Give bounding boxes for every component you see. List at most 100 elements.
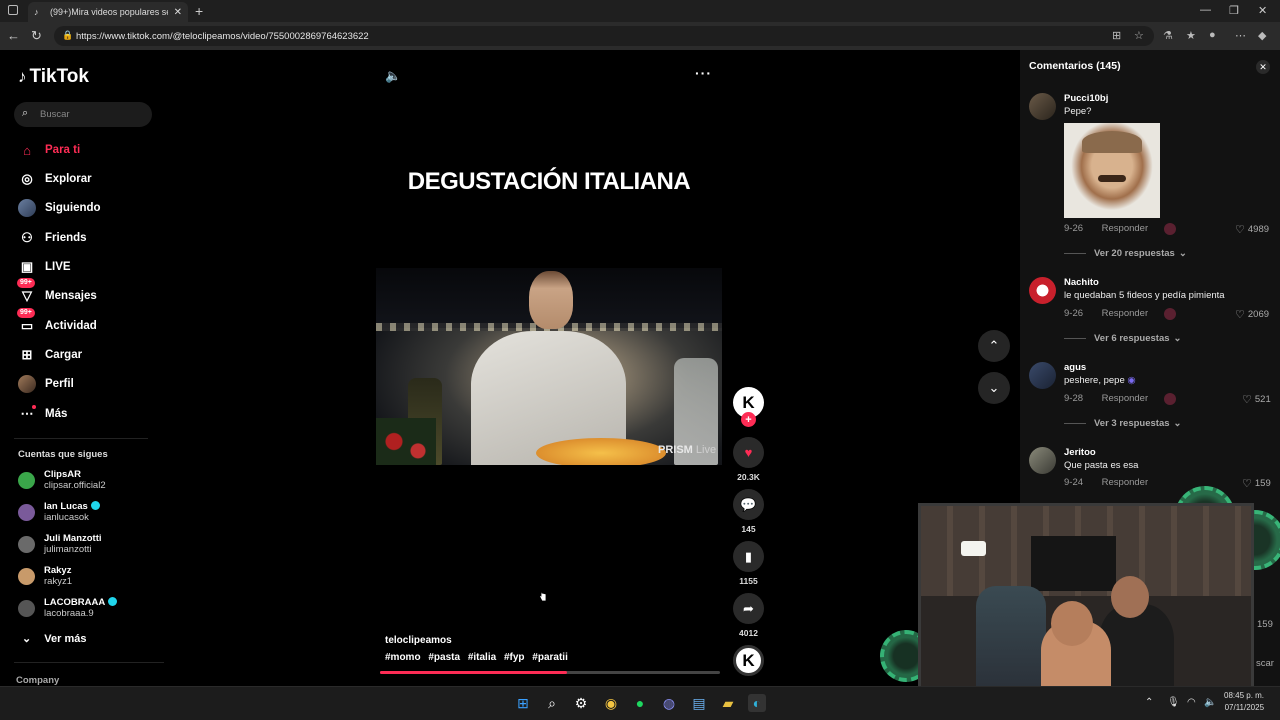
view-replies-button[interactable]: Ver 3 respuestas ⌄ (1064, 418, 1182, 429)
notepad-icon[interactable]: ▤ (690, 694, 708, 712)
chevron-down-icon: ⌄ (1173, 418, 1182, 429)
following-account-ian-lucas[interactable]: Ian Lucas ianlucasok (18, 501, 100, 523)
account-avatar (18, 471, 35, 489)
video-hashtags: #momo #pasta #italia #fyp #paratii (385, 652, 573, 663)
settings-more-icon[interactable]: ⋯ (1235, 29, 1246, 42)
home-icon: ⌂ (23, 142, 31, 158)
sidebar-item-perfil[interactable]: Perfil (18, 375, 74, 393)
close-comments-icon[interactable]: ✕ (1256, 60, 1270, 74)
follow-plus-icon[interactable]: + (741, 412, 756, 427)
like-button[interactable]: ♥ 20.3K (733, 437, 764, 482)
sidebar-item-siguiendo[interactable]: Siguiendo (18, 199, 101, 217)
new-tab-icon[interactable]: + (195, 3, 203, 19)
minimize-icon[interactable]: — (1200, 4, 1211, 16)
sidebar-item-cargar[interactable]: ⊞ Cargar (18, 346, 83, 364)
close-tab-icon[interactable]: ✕ (174, 7, 182, 18)
comment-like[interactable]: ♡ 4989 (1235, 223, 1269, 236)
sidebar-item-mas[interactable]: ⋯ Más (18, 405, 67, 423)
hashtag-link[interactable]: #fyp (504, 652, 525, 663)
copilot-icon[interactable]: ◆ (1258, 29, 1266, 42)
commenter-avatar[interactable] (1029, 362, 1056, 389)
spotify-icon[interactable]: ● (631, 694, 649, 712)
commenter-avatar[interactable] (1029, 277, 1056, 304)
hashtag-link[interactable]: #momo (385, 652, 421, 663)
tray-chevron-up-icon[interactable]: ⌃ (1145, 697, 1153, 708)
chevron-down-icon: ⌄ (22, 633, 32, 645)
more-dots-icon: ⋯ (18, 405, 36, 423)
sidebar-item-actividad[interactable]: ▭ 99+ Actividad (17, 308, 97, 335)
reply-button[interactable]: Responder (1102, 223, 1148, 234)
microphone-icon[interactable]: 🎙 (1167, 697, 1180, 708)
bookmark-icon: ▮ (733, 541, 764, 572)
company-link[interactable]: Company (16, 675, 59, 686)
video-frame[interactable] (376, 268, 722, 465)
browser-tab[interactable]: ♪ (99+)Mira videos populares selec ✕ (28, 2, 188, 22)
ver-mas-button[interactable]: ⌄ Ver más (22, 632, 86, 645)
comment-input-partial[interactable]: scar (1256, 658, 1274, 669)
following-account-lacobraaa[interactable]: LACOBRAAA lacobraaa.9 (18, 597, 118, 619)
sidebar-item-mensajes[interactable]: ▽ 99+ Mensajes (17, 278, 97, 305)
refresh-icon[interactable]: ↻ (31, 28, 42, 44)
app-available-icon[interactable]: ⊞ (1112, 29, 1121, 42)
comment-like[interactable]: ♡ 159 (1242, 477, 1271, 490)
share-icon: ➦ (733, 593, 764, 624)
commenter-avatar[interactable] (1029, 447, 1056, 474)
share-count: 4012 (739, 628, 758, 638)
following-account-rakyz[interactable]: Rakyz rakyz1 (18, 565, 72, 587)
app-icon[interactable]: ⚙ (572, 694, 590, 712)
hashtag-link[interactable]: #pasta (428, 652, 460, 663)
back-icon[interactable]: ← (7, 28, 20, 43)
video-progress-bar[interactable] (380, 671, 720, 674)
comment-gif-image[interactable] (1064, 123, 1160, 218)
view-replies-button[interactable]: Ver 20 respuestas ⌄ (1064, 248, 1187, 259)
site-info-icon[interactable]: 🔒 (62, 30, 73, 41)
chevron-down-icon: ⌄ (988, 380, 1000, 395)
sidebar-item-friends[interactable]: ⚇ Friends (18, 229, 86, 247)
next-video-button[interactable]: ⌄ (978, 372, 1010, 404)
tab-actions-icon[interactable] (8, 5, 18, 15)
restore-icon[interactable]: ❐ (1229, 4, 1239, 17)
video-author[interactable]: teloclipeamos (385, 635, 452, 646)
speaker-icon[interactable]: 🔈 (1204, 697, 1216, 708)
hashtag-link[interactable]: #paratii (532, 652, 568, 663)
favorite-star-icon[interactable]: ☆ (1134, 29, 1144, 42)
previous-video-button[interactable]: ⌃ (978, 330, 1010, 362)
following-account-juli-manzotti[interactable]: Juli Manzotti julimanzotti (18, 533, 102, 555)
commenter-avatar[interactable] (1029, 93, 1056, 120)
sidebar-item-para-ti[interactable]: ⌂ Para ti (18, 141, 80, 159)
view-replies-button[interactable]: Ver 6 respuestas ⌄ (1064, 333, 1182, 344)
close-window-icon[interactable]: ✕ (1258, 4, 1267, 17)
windows-start-icon[interactable]: ⊞ (514, 694, 532, 712)
address-bar[interactable]: 🔒 https://www.tiktok.com/@teloclipeamos/… (54, 26, 1154, 46)
comment-like-partial[interactable]: 159 (1257, 619, 1273, 630)
share-button[interactable]: ➦ 4012 (733, 593, 764, 638)
comment-button[interactable]: 💬 145 (733, 489, 764, 534)
reply-button[interactable]: Responder (1102, 393, 1148, 404)
reply-button[interactable]: Responder (1102, 308, 1148, 319)
profile-avatar-icon[interactable]: ● (1209, 29, 1216, 41)
comment-like[interactable]: ♡ 2069 (1235, 308, 1269, 321)
volume-icon[interactable]: 🔈 (385, 68, 401, 84)
system-clock[interactable]: 08:45 p. m. 07/11/2025 (1224, 690, 1264, 714)
following-account-clipsar[interactable]: ClipsAR clipsar.official2 (18, 469, 106, 491)
hashtag-link[interactable]: #italia (468, 652, 496, 663)
discord-icon[interactable]: ◍ (660, 694, 678, 712)
file-explorer-icon[interactable]: ▰ (719, 694, 737, 712)
more-options-icon[interactable]: ··· (695, 65, 712, 81)
favorites-icon[interactable]: ★ (1186, 29, 1196, 42)
chrome-icon[interactable]: ◉ (602, 694, 620, 712)
save-button[interactable]: ▮ 1155 (733, 541, 764, 586)
creator-liked-icon (1164, 223, 1176, 235)
chevron-down-icon: ⌄ (1173, 333, 1182, 344)
wifi-icon[interactable]: ◠ (1187, 697, 1196, 708)
search-input[interactable]: ⌕ Buscar (14, 102, 152, 127)
search-icon[interactable]: ⌕ (543, 694, 561, 712)
edge-icon[interactable]: ◐ (748, 694, 766, 712)
comment-like[interactable]: ♡ 521 (1242, 393, 1271, 406)
extension-icon[interactable]: ⚗ (1163, 29, 1173, 42)
sidebar-item-explorar[interactable]: ◎ Explorar (18, 170, 91, 188)
music-disc[interactable]: K (733, 645, 764, 676)
reply-button[interactable]: Responder (1102, 477, 1148, 488)
tiktok-logo[interactable]: ♪ TikTok (18, 66, 89, 88)
sidebar-item-live[interactable]: ▣ LIVE (18, 258, 71, 276)
